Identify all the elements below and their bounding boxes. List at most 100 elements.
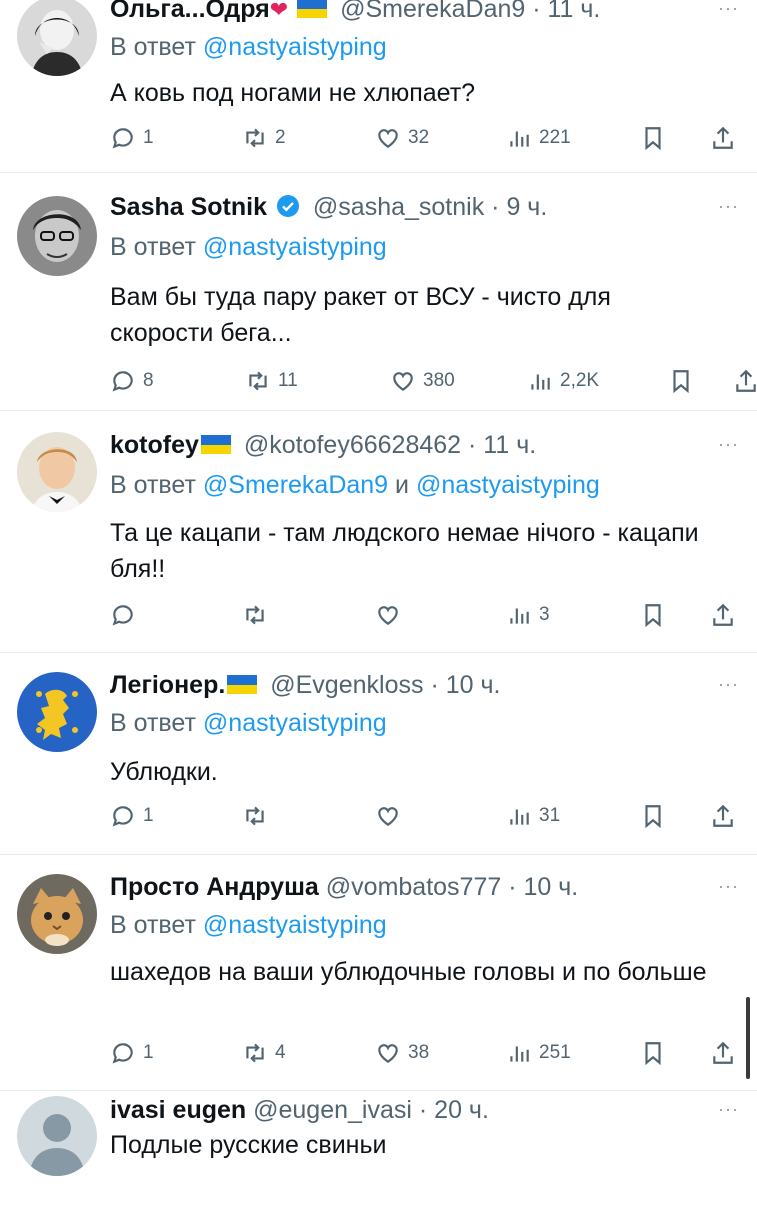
retweet-count: 11 [278, 370, 298, 391]
views-button[interactable]: 31 [506, 799, 560, 833]
tweet[interactable]: Легіонер. @Evgenkloss · 10 ч. ··· В отве… [0, 652, 757, 855]
display-name[interactable]: Ольга...Одря [110, 0, 270, 23]
bookmark-icon [668, 368, 694, 394]
display-name[interactable]: Легіонер. [110, 671, 225, 699]
like-button[interactable]: 32 [375, 121, 429, 155]
bookmark-icon [640, 602, 666, 628]
handle[interactable]: @Evgenkloss [270, 671, 423, 699]
bookmark-button[interactable] [640, 121, 666, 155]
views-count: 2,2K [560, 370, 600, 391]
retweet-icon [242, 125, 268, 151]
like-button[interactable]: 38 [375, 1036, 429, 1070]
views-button[interactable]: 3 [506, 598, 550, 632]
retweet-button[interactable] [242, 598, 275, 632]
retweet-button[interactable]: 4 [242, 1036, 286, 1070]
mention-link[interactable]: @nastyaistyping [203, 33, 387, 61]
reply-conjunction: и [395, 471, 410, 499]
mention-link[interactable]: @nastyaistyping [203, 911, 387, 939]
share-button[interactable] [710, 121, 736, 155]
tweet[interactable]: ivasi eugen @eugen_ivasi · 20 ч. ··· Под… [0, 1090, 757, 1210]
bookmark-button[interactable] [640, 1036, 666, 1070]
more-options-icon[interactable]: ··· [718, 674, 739, 695]
reply-button[interactable]: 1 [110, 1036, 154, 1070]
more-options-icon[interactable]: ··· [718, 434, 739, 455]
mention-link[interactable]: @SmerekaDan9 [203, 471, 388, 499]
reply-count: 1 [143, 127, 154, 148]
bookmark-button[interactable] [640, 799, 666, 833]
heart-icon [375, 803, 401, 829]
ukraine-flag-icon [227, 675, 258, 694]
tweet[interactable]: Sasha Sotnik @sasha_sotnik · 9 ч. ··· В … [0, 172, 757, 411]
action-bar: 1 2 32 221 [0, 121, 757, 155]
timestamp[interactable]: · 11 ч. [468, 431, 536, 459]
avatar[interactable] [17, 196, 97, 276]
more-options-icon[interactable]: ··· [718, 876, 739, 897]
retweet-button[interactable] [242, 799, 275, 833]
timestamp[interactable]: · 10 ч. [508, 873, 578, 901]
views-button[interactable]: 221 [506, 121, 571, 155]
reply-count: 1 [143, 805, 154, 826]
handle[interactable]: @sasha_sotnik [313, 193, 484, 221]
reply-context: В ответ @nastyaistyping [110, 910, 387, 940]
mention-link[interactable]: @nastyaistyping [203, 233, 387, 261]
mention-link[interactable]: @nastyaistyping [416, 471, 600, 499]
views-button[interactable]: 251 [506, 1036, 571, 1070]
share-button[interactable] [710, 1036, 736, 1070]
like-button[interactable] [375, 598, 408, 632]
bookmark-button[interactable] [668, 364, 694, 398]
more-options-icon[interactable]: ··· [718, 196, 739, 217]
share-button[interactable] [710, 799, 736, 833]
reply-context: В ответ @SmerekaDan9 и @nastyaistyping [110, 470, 600, 500]
retweet-button[interactable]: 11 [245, 364, 298, 398]
mention-link[interactable]: @nastyaistyping [203, 709, 387, 737]
action-bar: 1 31 [0, 799, 757, 833]
like-button[interactable]: 380 [390, 364, 455, 398]
more-options-icon[interactable]: ··· [718, 0, 739, 19]
share-icon [733, 368, 757, 394]
reply-button[interactable]: 8 [110, 364, 154, 398]
retweet-icon [242, 1040, 268, 1066]
timestamp[interactable]: · 20 ч. [419, 1096, 489, 1124]
tweet[interactable]: kotofey @kotofey66628462 · 11 ч. ··· В о… [0, 410, 757, 653]
display-name[interactable]: kotofey [110, 431, 199, 459]
display-name[interactable]: Sasha Sotnik [110, 193, 267, 221]
reply-icon [110, 803, 136, 829]
avatar[interactable] [17, 432, 97, 512]
reply-icon [110, 1040, 136, 1066]
tweet[interactable]: Просто Андруша @vombatos777 · 10 ч. ··· … [0, 854, 757, 1091]
like-button[interactable] [375, 799, 408, 833]
retweet-icon [242, 602, 268, 628]
handle[interactable]: @eugen_ivasi [253, 1096, 412, 1124]
share-button[interactable] [710, 598, 736, 632]
heart-icon [375, 1040, 401, 1066]
bookmark-icon [640, 125, 666, 151]
timestamp[interactable]: · 9 ч. [491, 193, 547, 221]
views-count: 3 [539, 604, 550, 625]
display-name[interactable]: ivasi eugen [110, 1096, 246, 1124]
avatar[interactable] [17, 1096, 97, 1176]
timestamp[interactable]: · 10 ч. [430, 671, 500, 699]
handle[interactable]: @vombatos777 [326, 873, 501, 901]
share-button[interactable] [733, 364, 757, 398]
reply-button[interactable]: 1 [110, 799, 154, 833]
tweet[interactable]: Ольга...Одря❤ @SmerekaDan9 · 11 ч. ··· В… [0, 0, 757, 173]
tweet-header: kotofey @kotofey66628462 · 11 ч. [110, 430, 536, 460]
display-name[interactable]: Просто Андруша [110, 873, 319, 901]
avatar[interactable] [17, 874, 97, 954]
timestamp[interactable]: · 11 ч. [532, 0, 600, 23]
like-count: 380 [423, 370, 455, 391]
reply-icon [110, 602, 136, 628]
reply-button[interactable]: 1 [110, 121, 154, 155]
scrollbar[interactable] [746, 997, 750, 1079]
retweet-button[interactable]: 2 [242, 121, 286, 155]
avatar[interactable] [17, 672, 97, 752]
bookmark-button[interactable] [640, 598, 666, 632]
reply-button[interactable] [110, 598, 143, 632]
tweet-text: шахедов на ваши ублюдочные головы и по б… [110, 958, 707, 986]
handle[interactable]: @kotofey66628462 [244, 431, 461, 459]
more-options-icon[interactable]: ··· [718, 1099, 739, 1120]
avatar[interactable] [17, 0, 97, 76]
handle[interactable]: @SmerekaDan9 [340, 0, 525, 23]
views-button[interactable]: 2,2K [527, 364, 599, 398]
tweet-header: Легіонер. @Evgenkloss · 10 ч. [110, 670, 500, 700]
